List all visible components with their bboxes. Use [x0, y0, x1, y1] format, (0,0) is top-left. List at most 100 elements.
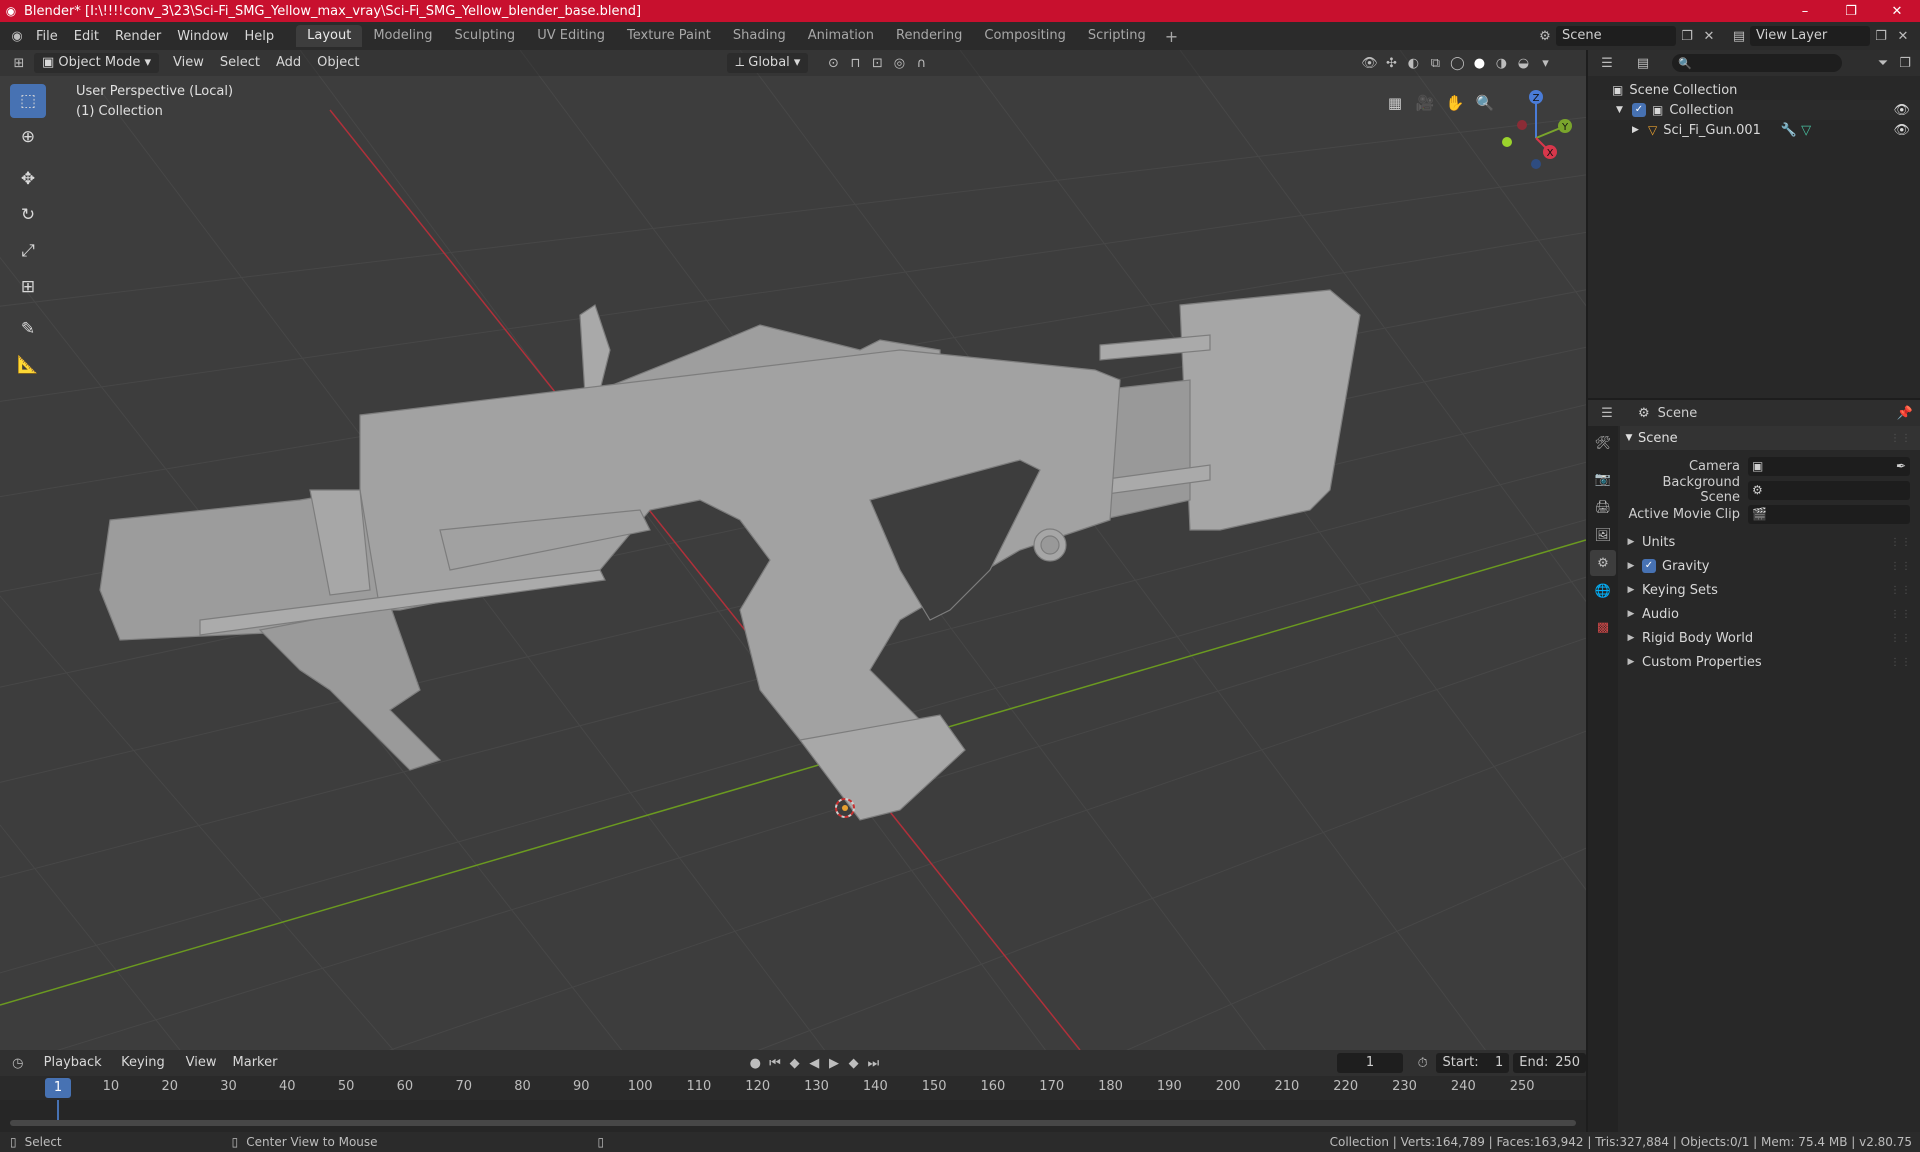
snap-target-icon[interactable]: ⊡	[866, 52, 888, 74]
proportional-edit-icon[interactable]: ◎	[888, 52, 910, 74]
maximize-button[interactable]: ❐	[1828, 0, 1874, 22]
current-frame-field[interactable]: 1	[1337, 1053, 1403, 1073]
menu-marker[interactable]: Marker	[225, 1053, 286, 1073]
minimize-button[interactable]: –	[1782, 0, 1828, 22]
overlay-toggle-icon[interactable]: ◐	[1402, 52, 1424, 74]
active-movie-clip-field[interactable]: 🎬	[1748, 504, 1910, 524]
camera-field[interactable]: ▣ ✒	[1748, 456, 1910, 476]
rotate-icon[interactable]: ↻	[10, 198, 46, 232]
visibility-icon[interactable]: 👁	[1358, 52, 1380, 74]
mesh-data-icon[interactable]: ▽	[1801, 123, 1811, 138]
modifier-wrench-icon[interactable]: 🔧	[1781, 123, 1797, 138]
timeline-track[interactable]	[0, 1100, 1586, 1132]
menu-help[interactable]: Help	[237, 29, 283, 44]
transform-icon[interactable]: ⊞	[10, 270, 46, 304]
camera-view-icon[interactable]: 🎥	[1410, 88, 1440, 118]
editor-type-icon[interactable]: ⊞	[8, 52, 30, 74]
new-scene-icon[interactable]: ❐	[1676, 25, 1698, 47]
clock-icon[interactable]: ⏱	[1413, 1052, 1433, 1074]
xray-toggle-icon[interactable]: ⧉	[1424, 52, 1446, 74]
output-tab-icon[interactable]: 🖨	[1590, 494, 1616, 520]
jump-end-icon[interactable]: ⏭	[863, 1052, 883, 1074]
falloff-icon[interactable]: ∩	[910, 52, 932, 74]
menu-select[interactable]: Select	[212, 53, 268, 73]
annotate-icon[interactable]: ✎	[10, 312, 46, 346]
scene-panel-header[interactable]: ▼ Scene ⋮⋮	[1620, 426, 1920, 450]
add-workspace-icon[interactable]: +	[1157, 27, 1186, 46]
tab-compositing[interactable]: Compositing	[973, 25, 1077, 47]
keying-sets-panel[interactable]: ▶ Keying Sets ⋮⋮	[1620, 578, 1920, 602]
menu-object[interactable]: Object	[309, 53, 367, 73]
grid-view-icon[interactable]: ▦	[1380, 88, 1410, 118]
menu-render[interactable]: Render	[107, 29, 169, 44]
outliner-editor-type-icon[interactable]: ☰	[1596, 52, 1618, 74]
world-tab-icon[interactable]: 🌐	[1590, 578, 1616, 604]
scene-tab-icon[interactable]: ⚙	[1590, 550, 1616, 576]
drag-handle-icon[interactable]: ⋮⋮	[1890, 561, 1912, 572]
measure-icon[interactable]: 📐	[10, 348, 46, 382]
timeline-ruler[interactable]: 1 10 20 30 40 50 60 70 80 90 100 110 120 130 140 150 160…	[0, 1076, 1586, 1100]
snap-icon[interactable]: ⊓	[844, 52, 866, 74]
drag-handle-icon[interactable]: ⋮⋮	[1890, 633, 1912, 644]
tab-uv-editing[interactable]: UV Editing	[526, 25, 616, 47]
new-view-layer-icon[interactable]: ❐	[1870, 25, 1892, 47]
custom-properties-panel[interactable]: ▶ Custom Properties ⋮⋮	[1620, 650, 1920, 674]
outliner-collection[interactable]: ▼ ✓ ▣ Collection 👁	[1588, 100, 1920, 120]
pivot-point-icon[interactable]: ⊙	[822, 52, 844, 74]
delete-scene-icon[interactable]: ✕	[1698, 25, 1720, 47]
tab-animation[interactable]: Animation	[797, 25, 885, 47]
menu-timeline-view[interactable]: View	[178, 1053, 225, 1073]
play-reverse-icon[interactable]: ◀	[804, 1052, 824, 1074]
object-mode-dropdown[interactable]: ▣ Object Mode ▾	[34, 53, 159, 73]
material-shading-icon[interactable]: ◑	[1490, 52, 1512, 74]
background-scene-field[interactable]: ⚙	[1748, 480, 1910, 500]
scale-icon[interactable]: ⤢	[10, 234, 46, 268]
timeline-editor-type-icon[interactable]: ◷	[8, 1052, 28, 1074]
gizmo-toggle-icon[interactable]: ✣	[1380, 52, 1402, 74]
wireframe-shading-icon[interactable]: ◯	[1446, 52, 1468, 74]
expand-arrow-icon[interactable]: ▼	[1616, 105, 1632, 115]
tab-rendering[interactable]: Rendering	[885, 25, 973, 47]
menu-add[interactable]: Add	[268, 53, 309, 73]
tab-texture-paint[interactable]: Texture Paint	[616, 25, 722, 47]
tool-tab-icon[interactable]: 🛠	[1590, 430, 1616, 456]
eyedropper-icon[interactable]: ✒	[1896, 459, 1906, 473]
drag-handle-icon[interactable]: ⋮⋮	[1890, 537, 1912, 548]
menu-keying[interactable]: Keying ▾	[113, 1053, 178, 1090]
menu-playback[interactable]: Playback ▾	[36, 1053, 113, 1090]
filter-icon[interactable]: ⏷	[1872, 52, 1894, 74]
menu-window[interactable]: Window	[169, 29, 236, 44]
gravity-checkbox[interactable]: ✓	[1642, 559, 1656, 573]
next-keyframe-icon[interactable]: ◆	[844, 1052, 864, 1074]
view-layer-tab-icon[interactable]: 🖼	[1590, 522, 1616, 548]
prev-keyframe-icon[interactable]: ◆	[785, 1052, 805, 1074]
navigation-gizmo[interactable]: Z Y X	[1490, 82, 1586, 182]
play-icon[interactable]: ▶	[824, 1052, 844, 1074]
eye-icon[interactable]: 👁	[1893, 123, 1910, 138]
record-icon[interactable]: ●	[745, 1052, 765, 1074]
drag-handle-icon[interactable]: ⋮⋮	[1890, 433, 1912, 444]
jump-start-icon[interactable]: ⏮	[765, 1052, 785, 1074]
collection-checkbox[interactable]: ✓	[1632, 103, 1646, 117]
new-collection-icon[interactable]: ❐	[1894, 52, 1916, 74]
close-button[interactable]: ✕	[1874, 0, 1920, 22]
shading-options-icon[interactable]: ▾	[1534, 52, 1556, 74]
view-layer-field[interactable]: View Layer	[1750, 26, 1870, 46]
menu-file[interactable]: File	[28, 29, 66, 44]
drag-handle-icon[interactable]: ⋮⋮	[1890, 657, 1912, 668]
rigid-body-world-panel[interactable]: ▶ Rigid Body World ⋮⋮	[1620, 626, 1920, 650]
delete-view-layer-icon[interactable]: ✕	[1892, 25, 1914, 47]
pan-hand-icon[interactable]: ✋	[1440, 88, 1470, 118]
outliner-search-input[interactable]: 🔍	[1672, 54, 1842, 72]
end-frame-field[interactable]: End: 250	[1513, 1053, 1587, 1073]
eye-icon[interactable]: 👁	[1893, 103, 1910, 118]
tab-shading[interactable]: Shading	[722, 25, 797, 47]
outliner-scene-collection[interactable]: ▣ Scene Collection	[1588, 80, 1920, 100]
start-frame-field[interactable]: Start: 1	[1436, 1053, 1510, 1073]
texture-tab-icon[interactable]: ▩	[1590, 614, 1616, 640]
3d-viewport[interactable]: ⊞ ▣ Object Mode ▾ View Select Add Object…	[0, 50, 1586, 1050]
sci-fi-gun-model[interactable]	[99, 289, 1361, 821]
cursor-icon[interactable]: ⊕	[10, 120, 46, 154]
timeline-scrollbar[interactable]	[10, 1120, 1576, 1126]
move-icon[interactable]: ✥	[10, 162, 46, 196]
